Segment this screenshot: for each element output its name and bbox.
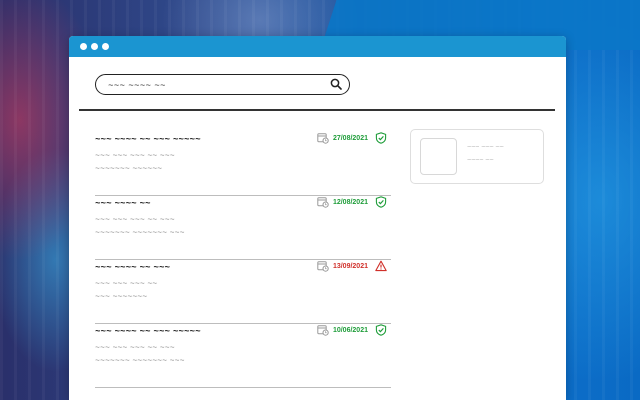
result-snippet-line: ~~~ ~~~ ~~~ ~~ bbox=[95, 279, 158, 288]
search-query: ~~~ ~~~~ ~~ bbox=[108, 79, 166, 90]
result-snippet-line: ~~~~~~~ ~~~~~~~ ~~~ bbox=[95, 356, 185, 365]
browser-window: ~~~ ~~~~ ~~ ~~~ ~~~~ ~~ ~~~ ~~~~~ ~~~ ~~… bbox=[69, 36, 566, 400]
result-item[interactable]: ~~~ ~~~~ ~~ ~~~ ~~~~~ ~~~ ~~~ ~~~ ~~ ~~~… bbox=[95, 132, 391, 196]
result-snippet-line: ~~~ ~~~ ~~~ ~~ ~~~ bbox=[95, 215, 175, 224]
result-snippet-line: ~~~~~~~ ~~~~~~~ ~~~ bbox=[95, 228, 185, 237]
window-dot-maximize[interactable] bbox=[102, 43, 109, 50]
warning-triangle-icon bbox=[375, 260, 387, 272]
calendar-clock-icon bbox=[317, 261, 329, 272]
result-date: 27/08/2021 bbox=[332, 134, 368, 142]
result-title[interactable]: ~~~ ~~~~ ~~ ~~~ ~~~~~ bbox=[95, 326, 201, 336]
result-meta: 10/06/2021 bbox=[317, 324, 387, 336]
result-date: 12/08/2021 bbox=[332, 198, 368, 206]
calendar-clock-icon bbox=[317, 197, 329, 208]
window-titlebar bbox=[69, 36, 566, 57]
result-snippet-line: ~~~ ~~~ ~~~ ~~ ~~~ bbox=[95, 151, 175, 160]
result-item[interactable]: ~~~ ~~~~ ~~ ~~~ ~~~ ~~~ ~~~ ~~ ~~~ ~~~~~… bbox=[95, 260, 391, 324]
result-snippet-line: ~~~ ~~~~~~~ bbox=[95, 292, 148, 301]
result-meta: 12/08/2021 bbox=[317, 196, 387, 208]
calendar-clock-icon bbox=[317, 133, 329, 144]
result-item[interactable]: ~~~ ~~~~ ~~ ~~~ ~~~~~ ~~~ ~~~ ~~~ ~~ ~~~… bbox=[95, 324, 391, 388]
search-divider bbox=[79, 109, 555, 111]
result-date: 13/09/2021 bbox=[332, 262, 368, 270]
window-dot-minimize[interactable] bbox=[91, 43, 98, 50]
result-title[interactable]: ~~~ ~~~~ ~~ ~~~ bbox=[95, 262, 170, 272]
shield-check-icon bbox=[375, 132, 387, 144]
search-input[interactable]: ~~~ ~~~~ ~~ bbox=[95, 74, 350, 95]
side-card-thumbnail bbox=[420, 138, 457, 175]
calendar-clock-icon bbox=[317, 325, 329, 336]
result-date: 10/06/2021 bbox=[332, 326, 368, 334]
side-card-line: ~~~ ~~~ ~~ bbox=[467, 144, 504, 151]
results-list: ~~~ ~~~~ ~~ ~~~ ~~~~~ ~~~ ~~~ ~~~ ~~ ~~~… bbox=[95, 132, 391, 388]
shield-check-icon bbox=[375, 324, 387, 336]
side-card[interactable]: ~~~ ~~~ ~~ ~~~~ ~~ bbox=[410, 129, 544, 184]
shield-check-icon bbox=[375, 196, 387, 208]
search-icon[interactable] bbox=[330, 78, 342, 90]
result-item[interactable]: ~~~ ~~~~ ~~ ~~~ ~~~ ~~~ ~~ ~~~ ~~~~~~~ ~… bbox=[95, 196, 391, 260]
result-meta: 27/08/2021 bbox=[317, 132, 387, 144]
result-snippet-line: ~~~ ~~~ ~~~ ~~ ~~~ bbox=[95, 343, 175, 352]
side-card-line: ~~~~ ~~ bbox=[467, 157, 494, 164]
result-meta: 13/09/2021 bbox=[317, 260, 387, 272]
result-snippet-line: ~~~~~~~ ~~~~~~ bbox=[95, 164, 163, 173]
window-dot-close[interactable] bbox=[80, 43, 87, 50]
result-title[interactable]: ~~~ ~~~~ ~~ ~~~ ~~~~~ bbox=[95, 134, 201, 144]
result-title[interactable]: ~~~ ~~~~ ~~ bbox=[95, 198, 151, 208]
row-divider bbox=[95, 387, 391, 388]
